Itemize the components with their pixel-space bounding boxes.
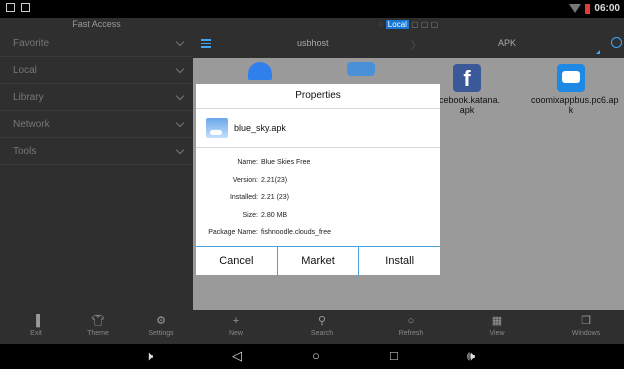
windows-icon: ❐ xyxy=(581,315,591,327)
dialog-file-header: blue_sky.apk xyxy=(196,109,440,148)
tab-usbhost[interactable]: usbhost xyxy=(297,38,329,48)
chevron-down-icon xyxy=(175,37,185,46)
battery-icon xyxy=(585,3,591,14)
property-row: Name: Blue Skies Free xyxy=(237,159,311,167)
volume-up-icon[interactable]: 🕪︎ xyxy=(467,348,475,364)
wifi-icon xyxy=(569,4,582,13)
file-item[interactable] xyxy=(220,62,300,83)
property-row: Version: 2.21(23) xyxy=(232,176,288,184)
shirt-icon: 👕︎ xyxy=(91,315,105,327)
file-item[interactable] xyxy=(321,62,401,79)
new-button[interactable]: + New xyxy=(206,314,266,337)
view-button[interactable]: ▦ View xyxy=(467,314,527,337)
corner-indicator-icon xyxy=(596,50,600,54)
market-button[interactable]: Market xyxy=(276,247,359,276)
property-row: Installed: 2.21 (23) xyxy=(229,194,290,202)
sidebar-item-tools[interactable]: Tools xyxy=(0,138,193,165)
app-icon xyxy=(248,62,272,80)
gear-icon: ⚙ xyxy=(156,315,166,327)
grid-view-icon: ▦ xyxy=(491,315,503,327)
plus-icon: + xyxy=(232,315,240,327)
dialog-title: Properties xyxy=(196,84,440,109)
clock: 06:00 xyxy=(594,3,620,14)
sd-card-icon xyxy=(21,3,30,12)
breadcrumb-local[interactable]: Local xyxy=(385,20,409,29)
bus-app-icon xyxy=(557,64,585,92)
file-item-coomixappbus[interactable]: coomixappbus.pc6.ap k xyxy=(531,64,619,115)
home-icon[interactable]: ○ xyxy=(312,348,320,364)
facebook-icon: f xyxy=(453,64,481,92)
bottom-toolbar: ▐ Exit 👕︎ Theme ⚙ Settings + New ⚲ Search ○ Re… xyxy=(0,310,624,344)
sidebar-title: Fast Access xyxy=(72,19,121,29)
refresh-button[interactable]: ○ Refresh xyxy=(381,314,441,337)
status-bar: 06:00 xyxy=(0,0,624,18)
sidebar-item-library[interactable]: Library xyxy=(0,84,193,111)
dialog-file-name: blue_sky.apk xyxy=(234,123,286,133)
sidebar: Fast Access Favorite Local Library Netwo… xyxy=(0,18,193,310)
properties-list: Name: Blue Skies Free Version: 2.21(23) In… xyxy=(196,148,440,242)
recents-icon[interactable]: □ xyxy=(390,348,398,364)
properties-dialog: Properties blue_sky.apk Name: Blue Skies … xyxy=(196,84,440,276)
circle-action-icon[interactable] xyxy=(611,37,622,48)
chevron-down-icon xyxy=(175,145,185,154)
settings-button[interactable]: ⚙ Settings xyxy=(131,314,191,337)
sidebar-item-local[interactable]: Local xyxy=(0,57,193,84)
back-icon[interactable]: ◁ xyxy=(232,348,242,364)
theme-button[interactable]: 👕︎ Theme xyxy=(68,314,128,337)
tab-apk[interactable]: APK xyxy=(498,38,516,48)
search-button[interactable]: ⚲ Search xyxy=(292,314,352,337)
sidebar-item-favorite[interactable]: Favorite xyxy=(0,30,193,57)
chevron-down-icon xyxy=(175,91,185,100)
file-name: coomixappbus.pc6.ap k xyxy=(531,95,619,115)
cancel-button[interactable]: Cancel xyxy=(196,247,277,276)
refresh-icon: ○ xyxy=(407,315,415,327)
search-icon: ⚲ xyxy=(317,315,327,327)
breadcrumb-arrow-icon: 〉 xyxy=(411,41,421,52)
menu-icon[interactable] xyxy=(201,39,211,50)
apk-thumbnail-icon xyxy=(206,118,228,138)
exit-button[interactable]: ▐ Exit xyxy=(6,314,66,337)
app-icon xyxy=(347,62,375,76)
property-row: Package Name: fishnoodle.clouds_free xyxy=(208,229,332,237)
top-bar: ◌ Local ▢ ▢ ▢ usbhost 〉 APK xyxy=(193,18,624,58)
sidebar-item-network[interactable]: Network xyxy=(0,111,193,138)
exit-icon: ▐ xyxy=(32,315,40,327)
screenshot-icon xyxy=(6,3,15,12)
breadcrumb[interactable]: ◌ Local ▢ ▢ ▢ xyxy=(193,20,624,29)
windows-button[interactable]: ❐ Windows xyxy=(556,314,616,337)
install-button[interactable]: Install xyxy=(358,247,440,276)
chevron-down-icon xyxy=(175,64,185,73)
dialog-buttons: Cancel Market Install xyxy=(196,246,440,276)
navigation-bar: 🕨︎ ◁ ○ □ 🕪︎ xyxy=(0,344,624,369)
property-row: Size: 2.80 MB xyxy=(242,211,288,219)
volume-down-icon[interactable]: 🕨︎ xyxy=(145,348,153,364)
chevron-down-icon xyxy=(175,118,185,127)
